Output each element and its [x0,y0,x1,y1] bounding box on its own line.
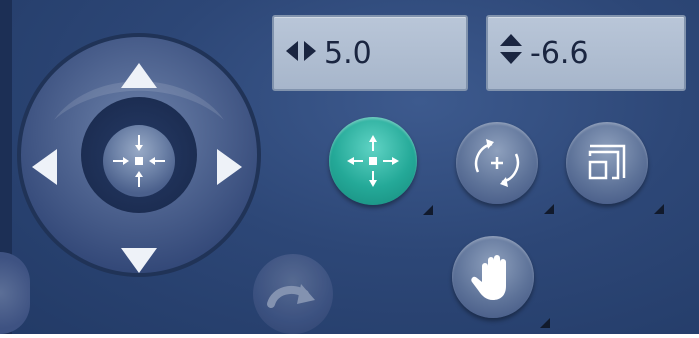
left-right-arrows-icon [284,36,318,71]
submenu-indicator [423,205,433,215]
vertical-value: -6.6 [530,35,589,71]
vertical-position-readout[interactable]: -6.6 [486,15,686,91]
rotate-button[interactable] [456,122,554,214]
move-icon [347,135,399,187]
submenu-indicator [654,204,664,214]
up-down-arrows-icon [498,32,524,74]
hand-button[interactable] [452,236,550,328]
bottom-edge [0,334,699,338]
horizontal-position-readout[interactable]: 5.0 [272,15,468,91]
center-icon[interactable] [103,125,175,197]
scale-button[interactable] [566,122,664,214]
hand-icon [471,255,506,300]
rotate-icon [474,139,520,187]
submenu-indicator [540,318,550,328]
scale-icon [588,144,626,180]
move-button[interactable] [329,117,433,215]
redo-icon [267,284,315,308]
horizontal-value: 5.0 [324,35,372,71]
redo-button[interactable] [253,254,333,334]
submenu-indicator [544,204,554,214]
stitch-edit-panel: 5.0 -6.6 [0,0,699,338]
direction-pad [14,30,264,280]
